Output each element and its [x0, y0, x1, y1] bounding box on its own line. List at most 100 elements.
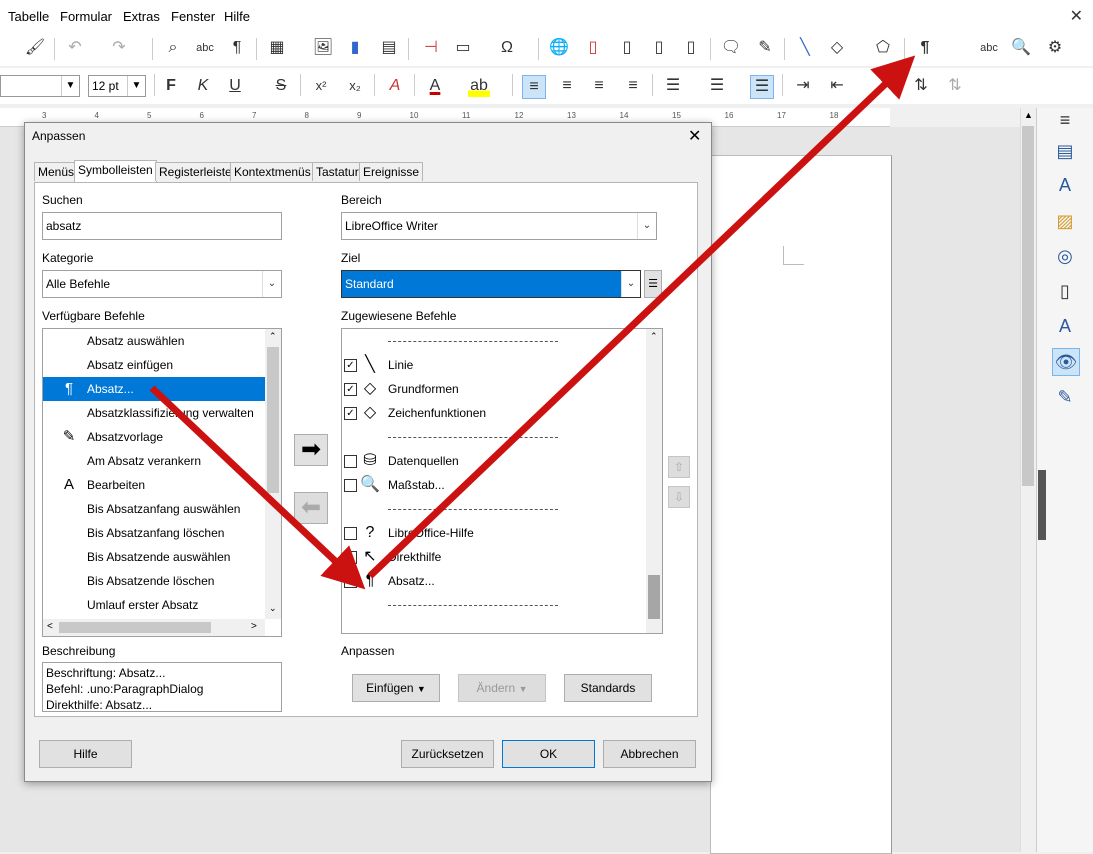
available-command-item[interactable]: ✎ Absatzvorlage [43, 425, 265, 449]
reset-button[interactable]: Zurücksetzen [401, 740, 494, 768]
subscript-icon[interactable]: x₂ [344, 75, 366, 97]
menu-formular[interactable]: Formular [60, 9, 112, 24]
track-changes-icon[interactable]: ✎ [754, 37, 776, 59]
underline-icon[interactable]: U [224, 75, 246, 97]
gallery-icon[interactable]: ▨ [1052, 208, 1078, 234]
list-hscrollbar[interactable]: < > [43, 619, 265, 636]
tab-notebookbar[interactable]: Registerleiste [155, 162, 236, 181]
chevron-down-icon[interactable]: ⌄ [262, 271, 281, 297]
bold-icon[interactable]: F [160, 75, 182, 97]
font-color-icon[interactable]: A [424, 75, 446, 97]
checkbox-unchecked[interactable] [344, 455, 357, 468]
chevron-down-icon[interactable]: ▼ [61, 76, 79, 96]
remove-command-button[interactable]: ⬅ [294, 492, 328, 524]
assigned-command-item[interactable]: ↖ Direkthilfe [342, 545, 642, 569]
available-command-item[interactable]: Bis Absatzanfang löschen [43, 521, 265, 545]
available-command-item[interactable]: Bis Absatzende auswählen [43, 545, 265, 569]
assigned-command-item[interactable]: ⛁ Datenquellen [342, 449, 642, 473]
assigned-commands-list[interactable]: ✓ ╲ Linie ✓ ◇ Grundformen ✓ ◇ Zeichenfunktionen ⛁… [341, 328, 663, 634]
category-dropdown[interactable]: Alle Befehle ⌄ [42, 270, 282, 298]
properties-icon[interactable]: ▤ [1052, 138, 1078, 164]
image-icon[interactable]: 🖼 [312, 37, 334, 59]
assigned-scrollbar[interactable]: ⌃ [646, 329, 662, 633]
line-icon[interactable]: ╲ [794, 37, 816, 59]
special-character-icon[interactable]: Ω [496, 37, 518, 59]
search-input[interactable]: absatz [42, 212, 282, 240]
toolbar-options-button[interactable]: ☰ [644, 270, 662, 298]
print-preview-icon[interactable]: 🔍 [1010, 37, 1032, 59]
checkbox-checked[interactable]: ✓ [344, 575, 357, 588]
ok-button[interactable]: OK [502, 740, 595, 768]
undo-icon[interactable]: ↶ [64, 37, 86, 59]
separator-item[interactable] [342, 329, 642, 353]
checkbox-checked[interactable]: ✓ [344, 407, 357, 420]
scroll-up-icon[interactable]: ⌃ [650, 331, 658, 342]
available-command-item[interactable]: A Bearbeiten [43, 473, 265, 497]
menu-hilfe[interactable]: Hilfe [224, 9, 250, 24]
available-command-item[interactable]: Am Absatz verankern [43, 449, 265, 473]
redo-icon[interactable]: ↷ [108, 37, 130, 59]
scroll-up-icon[interactable]: ⌃ [269, 331, 277, 342]
assigned-command-item[interactable]: ✓ ╲ Linie [342, 353, 642, 377]
help-button[interactable]: Hilfe [39, 740, 132, 768]
move-down-button[interactable]: ⇩ [668, 486, 690, 508]
chevron-down-icon[interactable]: ⌄ [637, 213, 656, 239]
spelling-icon[interactable]: abc [194, 37, 216, 59]
accessibility-check-icon[interactable]: 👁 [1052, 348, 1080, 376]
separator-item[interactable] [342, 425, 642, 449]
scroll-left-icon[interactable]: < [47, 621, 53, 632]
superscript-icon[interactable]: x² [310, 75, 332, 97]
scope-dropdown[interactable]: LibreOffice Writer ⌄ [341, 212, 657, 240]
add-command-button[interactable]: ➡ [294, 434, 328, 466]
manage-changes-icon[interactable]: ✎ [1052, 384, 1078, 410]
tab-toolbars[interactable]: Symbolleisten [74, 160, 157, 182]
autocorrect-icon[interactable]: abc [978, 37, 1000, 59]
insert-button[interactable]: Einfügen ▼ [352, 674, 440, 702]
basic-shapes-icon[interactable]: ◇ [826, 37, 848, 59]
tab-keyboard[interactable]: Tastatur [312, 162, 363, 181]
available-command-item[interactable]: Absatz einfügen [43, 353, 265, 377]
menu-tabelle[interactable]: Tabelle [8, 9, 49, 24]
line-spacing-icon[interactable]: ⇅ [910, 75, 932, 97]
align-right-icon[interactable]: ≡ [588, 75, 610, 97]
available-command-item[interactable]: Bis Absatzanfang auswählen [43, 497, 265, 521]
menu-fenster[interactable]: Fenster [171, 9, 215, 24]
dialog-close-icon[interactable]: ✕ [688, 126, 701, 146]
available-command-item[interactable]: Absatz auswählen [43, 329, 265, 353]
checkbox-unchecked[interactable] [344, 551, 357, 564]
font-name-combo[interactable]: ▼ [0, 75, 80, 97]
separator-item[interactable] [342, 497, 642, 521]
justify-icon[interactable]: ≡ [622, 75, 644, 97]
page-break-icon[interactable]: ⊣ [420, 37, 442, 59]
increase-indent-icon[interactable]: ⇥ [792, 75, 814, 97]
separator-item[interactable] [342, 593, 642, 617]
find-replace-icon[interactable]: ⌕ [162, 37, 184, 59]
list-scroll-thumb[interactable] [267, 347, 279, 493]
navigator-icon[interactable]: ◎ [1052, 243, 1078, 269]
list-scrollbar[interactable]: ⌃ ⌄ [265, 329, 281, 619]
available-command-item[interactable]: ¶ Absatz... [43, 377, 265, 401]
scroll-up-icon[interactable]: ▲ [1024, 110, 1033, 120]
styles-icon[interactable]: A [1052, 172, 1078, 198]
scroll-right-icon[interactable]: > [251, 621, 257, 632]
comment-icon[interactable]: 🗨 [720, 37, 742, 59]
highlight-icon[interactable]: ab [468, 75, 490, 97]
vertical-scroll-thumb[interactable] [1022, 126, 1034, 486]
outline-list-icon[interactable]: ☰ [750, 75, 774, 99]
tab-context-menus[interactable]: Kontextmenüs [230, 162, 315, 181]
assigned-command-item[interactable]: ✓ ¶ Absatz... [342, 569, 642, 593]
target-dropdown[interactable]: Standard ⌄ [341, 270, 641, 298]
menu-extras[interactable]: Extras [123, 9, 160, 24]
checkbox-checked[interactable]: ✓ [344, 383, 357, 396]
cross-reference-icon[interactable]: ▯ [680, 37, 702, 59]
align-left-icon[interactable]: ≡ [522, 75, 546, 99]
sidebar-collapse-handle[interactable] [1038, 470, 1046, 540]
table-icon[interactable]: ▦ [266, 37, 288, 59]
style-inspector-icon[interactable]: A [1052, 313, 1078, 339]
settings-gear-icon[interactable]: ⚙ [1044, 37, 1066, 59]
tab-events[interactable]: Ereignisse [359, 162, 424, 181]
assigned-command-item[interactable]: ? LibreOffice-Hilfe [342, 521, 642, 545]
font-size-combo[interactable]: 12 pt ▼ [88, 75, 146, 97]
move-up-button[interactable]: ⇧ [668, 456, 690, 478]
decrease-indent-icon[interactable]: ⇤ [826, 75, 848, 97]
